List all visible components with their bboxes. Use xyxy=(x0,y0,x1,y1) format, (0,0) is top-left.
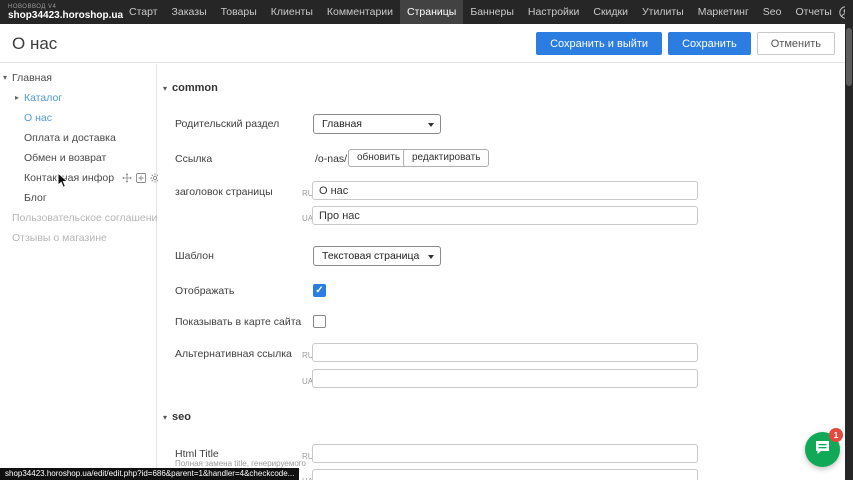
mouse-cursor xyxy=(57,172,70,194)
template-label: Шаблон xyxy=(175,250,214,262)
nav-settings[interactable]: Настройки xyxy=(521,0,587,24)
section-seo[interactable]: ▾ seo xyxy=(163,411,191,423)
move-icon[interactable] xyxy=(122,173,132,183)
section-title: seo xyxy=(172,411,191,423)
html-title-ru-input[interactable] xyxy=(312,444,698,463)
brand-version: НОВОВВОД V4 xyxy=(8,4,122,10)
section-collapse-icon: ▾ xyxy=(163,84,167,93)
pages-tree-sidebar: ▾ Главная ▸ Каталог О нас Оплата и доста… xyxy=(0,64,157,480)
link-label: Ссылка xyxy=(175,153,212,165)
topbar: НОВОВВОД V4 shop34423.horoshop.ua Старт … xyxy=(0,0,853,24)
nav-products[interactable]: Товары xyxy=(214,0,264,24)
vertical-scrollbar[interactable] xyxy=(845,0,853,480)
nav-clients[interactable]: Клиенты xyxy=(264,0,320,24)
chat-unread-badge: 1 xyxy=(829,428,843,442)
page-title: О нас xyxy=(12,34,57,54)
tree-item-user-agreement[interactable]: Пользовательское соглашение xyxy=(0,208,156,228)
save-and-exit-button[interactable]: Сохранить и выйти xyxy=(536,32,662,55)
nav-pages[interactable]: Страницы xyxy=(400,0,463,24)
edit-link-button[interactable]: редактировать xyxy=(403,149,489,167)
expand-caret-icon[interactable]: ▸ xyxy=(15,88,19,108)
tree-item-label: Отзывы о магазине xyxy=(12,232,107,244)
alt-link-label: Альтернативная ссылка xyxy=(175,348,292,360)
collapse-caret-icon[interactable]: ▾ xyxy=(3,68,7,88)
tree-item-about-selected[interactable]: О нас xyxy=(0,108,156,128)
tree-item-label: Каталог xyxy=(24,92,62,104)
page-heading-ua-input[interactable] xyxy=(312,206,698,225)
nav-orders[interactable]: Заказы xyxy=(165,0,214,24)
parent-section-select[interactable]: Главная xyxy=(313,114,441,134)
tree-item-main[interactable]: ▾ Главная xyxy=(0,68,156,88)
page-heading-label: заголовок страницы xyxy=(175,186,273,198)
nav-banners[interactable]: Баннеры xyxy=(463,0,521,24)
alt-link-ua-input[interactable] xyxy=(312,369,698,388)
nav-comments[interactable]: Комментарии xyxy=(320,0,400,24)
tree-item-label: О нас xyxy=(24,112,52,124)
html-title-ua-input[interactable] xyxy=(312,469,698,480)
tree-item-exchange-return[interactable]: Обмен и возврат xyxy=(0,148,156,168)
nav-reports[interactable]: Отчеты xyxy=(788,0,838,24)
tree-item-label: Обмен и возврат xyxy=(24,152,106,164)
tree-item-payment-delivery[interactable]: Оплата и доставка xyxy=(0,128,156,148)
template-select[interactable]: Текстовая страница xyxy=(313,246,441,266)
tree-item-blog[interactable]: Блог xyxy=(0,188,156,208)
tree-item-catalog[interactable]: ▸ Каталог xyxy=(0,88,156,108)
brand[interactable]: НОВОВВОД V4 shop34423.horoshop.ua xyxy=(0,4,122,21)
header-buttons: Сохранить и выйти Сохранить Отменить xyxy=(536,32,835,55)
status-bar-url: shop34423.horoshop.ua/edit/edit.php?id=6… xyxy=(0,468,299,480)
nav-marketing[interactable]: Маркетинг xyxy=(691,0,756,24)
nav-seo[interactable]: Seo xyxy=(756,0,789,24)
nav-utilities[interactable]: Утилиты xyxy=(635,0,691,24)
section-common[interactable]: ▾ common xyxy=(163,82,218,94)
page-heading-ru-input[interactable] xyxy=(312,181,698,200)
sitemap-label: Показывать в карте сайта xyxy=(175,316,301,328)
section-title: common xyxy=(172,82,218,94)
save-button[interactable]: Сохранить xyxy=(668,32,751,55)
link-value: /o-nas/ xyxy=(315,153,347,165)
main-nav: Старт Заказы Товары Клиенты Комментарии … xyxy=(122,0,839,24)
tree-item-label: Блог xyxy=(24,192,47,204)
display-label: Отображать xyxy=(175,285,234,297)
chat-widget-button[interactable]: 1 xyxy=(805,432,840,467)
nav-start[interactable]: Старт xyxy=(122,0,165,24)
alt-link-ru-input[interactable] xyxy=(312,343,698,362)
parent-section-label: Родительский раздел xyxy=(175,118,279,130)
brand-domain: shop34423.horoshop.ua xyxy=(8,11,122,21)
scrollbar-thumb[interactable] xyxy=(846,28,852,86)
page-edit-form: ▾ common Родительский раздел Главная Ссы… xyxy=(158,64,845,480)
tree-item-store-reviews[interactable]: Отзывы о магазине xyxy=(0,228,156,248)
sitemap-checkbox[interactable] xyxy=(313,315,326,328)
display-checkbox[interactable]: ✓ xyxy=(313,284,326,297)
tree-item-label: Главная xyxy=(12,72,52,84)
nav-discounts[interactable]: Скидки xyxy=(586,0,635,24)
tree-item-label: Оплата и доставка xyxy=(24,132,116,144)
tree-item-label: Пользовательское соглашение xyxy=(12,212,163,224)
page-header: О нас Сохранить и выйти Сохранить Отмени… xyxy=(0,24,845,63)
cancel-button[interactable]: Отменить xyxy=(757,32,835,55)
tree-item-contact-info[interactable]: Контактная инфор xyxy=(0,168,156,188)
chat-icon xyxy=(814,439,831,461)
add-icon[interactable] xyxy=(136,173,146,183)
section-collapse-icon: ▾ xyxy=(163,413,167,422)
update-link-button[interactable]: обновить xyxy=(348,149,409,167)
